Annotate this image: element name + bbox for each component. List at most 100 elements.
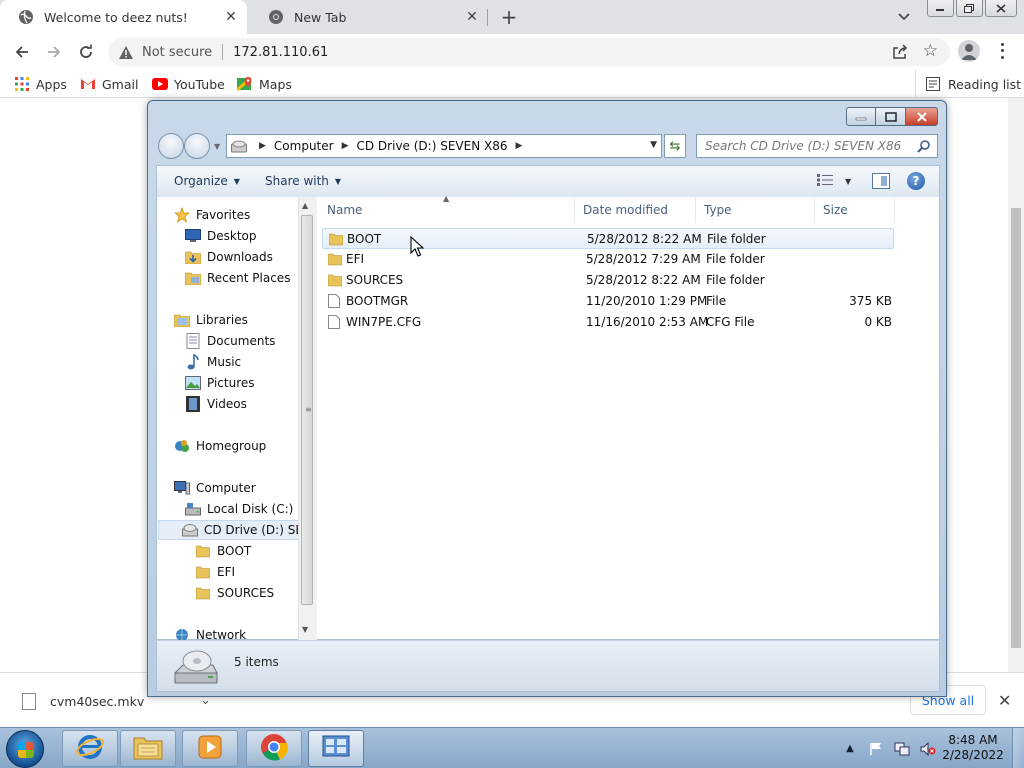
scroll-down-icon[interactable]: ▼ [302,625,308,634]
page-scrollbar[interactable] [1008,98,1024,672]
explorer-maximize-button[interactable] [876,107,906,126]
minimize-button[interactable] [927,0,954,17]
forward-arrow-icon[interactable] [42,40,66,64]
close-tab-icon[interactable]: ✕ [221,7,241,27]
file-row[interactable]: SOURCES 5/28/2012 8:22 AM File folder [322,270,894,291]
clock-date: 2/28/2022 [942,748,1004,762]
explorer-nav-bar: ▼ ▶ Computer ▶ CD Drive (D:) SEVEN X86 ▶… [156,131,938,161]
nav-desktop[interactable]: Desktop [185,226,257,246]
bookmark-maps[interactable]: Maps [237,75,292,93]
nav-music[interactable]: Music [185,352,241,372]
nav-favorites[interactable]: Favorites [174,205,250,225]
breadcrumb-arrow-icon[interactable]: ▶ [259,141,266,151]
media-player-icon [197,734,223,763]
nav-videos[interactable]: Videos [185,394,247,414]
start-button[interactable] [6,730,44,768]
organize-button[interactable]: Organize ▼ [174,174,240,188]
nav-network[interactable]: Network [174,625,246,640]
preview-pane-icon[interactable] [872,173,890,189]
bookmark-gmail[interactable]: Gmail [80,75,138,93]
share-icon[interactable] [892,44,908,60]
restore-button[interactable] [955,0,983,17]
explorer-minimize-button[interactable] [846,107,876,126]
nav-recent-places[interactable]: Recent Places [185,268,290,288]
bookmark-youtube[interactable]: YouTube [152,75,225,93]
command-bar: Organize ▼ Share with ▼ ▼ ? [156,165,940,197]
nav-homegroup[interactable]: Homegroup [174,436,266,456]
recent-pages-chevron-icon[interactable]: ▼ [214,142,220,151]
explorer-close-button[interactable] [906,107,938,126]
explorer-address-bar[interactable]: ▶ Computer ▶ CD Drive (D:) SEVEN X86 ▶ ▼ [226,134,662,158]
nav-local-disk[interactable]: Local Disk (C:) [185,499,293,519]
tab-new-tab[interactable]: New Tab ✕ [250,0,488,34]
scrollbar-thumb[interactable] [1011,208,1021,648]
tab-welcome[interactable]: Welcome to deez nuts! ✕ [0,0,247,34]
column-header-type[interactable]: Type [696,197,815,223]
address-bar[interactable]: Not secure 172.81.110.61 ☆ [108,38,950,66]
reload-icon[interactable] [74,40,98,64]
url-text[interactable]: 172.81.110.61 [233,45,328,60]
explorer-forward-button[interactable] [184,133,210,159]
nav-libraries[interactable]: Libraries [174,310,248,330]
nav-documents[interactable]: Documents [185,331,275,351]
taskbar-chrome[interactable] [246,730,302,767]
file-size: 0 KB [864,315,892,329]
column-header-size[interactable]: Size [815,197,895,223]
close-window-button[interactable] [984,0,1017,17]
profile-avatar-icon[interactable] [958,40,980,62]
change-view-button[interactable]: ▼ [817,173,851,190]
nav-pictures[interactable]: Pictures [185,373,255,393]
nav-cd-drive[interactable]: CD Drive (D:) SEVEN X86 [158,520,311,540]
chevron-down-icon[interactable]: ▼ [845,177,851,186]
explorer-back-button[interactable] [158,133,184,159]
nav-folder-efi[interactable]: EFI [195,562,235,582]
scroll-up-icon[interactable]: ▲ [302,201,308,210]
tab-search-icon[interactable] [894,7,914,27]
search-icon[interactable] [917,139,931,156]
nav-folder-sources[interactable]: SOURCES [195,583,274,603]
nav-pane-scrollbar[interactable]: ▲ ≡ ▼ [298,197,315,640]
taskbar-media-player[interactable] [182,730,238,767]
file-row[interactable]: BOOTMGR 11/20/2010 1:29 PM File 375 KB [322,291,894,312]
close-icon[interactable]: ✕ [998,691,1011,710]
volume-muted-icon[interactable] [918,741,938,757]
breadcrumb-arrow-icon[interactable]: ▶ [515,141,522,151]
nav-computer[interactable]: Computer [174,478,256,498]
show-desktop-button[interactable] [1012,728,1024,768]
file-row[interactable]: EFI 5/28/2012 7:29 AM File folder [322,249,894,270]
file-row[interactable]: BOOT 5/28/2012 8:22 AM File folder [322,228,894,249]
taskbar-internet-explorer[interactable] [62,730,118,767]
pane-splitter[interactable] [315,197,317,640]
help-icon[interactable]: ? [907,172,925,190]
security-label[interactable]: Not secure [142,45,212,60]
file-row[interactable]: WIN7PE.CFG 11/16/2010 2:53 AM CFG File 0… [322,312,894,333]
bookmark-apps[interactable]: Apps [14,75,67,93]
share-with-button[interactable]: Share with ▼ [265,174,341,188]
reading-list-button[interactable]: Reading list [915,70,1021,98]
taskbar-windows-explorer[interactable] [120,730,176,767]
breadcrumb-computer[interactable]: Computer [274,139,334,153]
breadcrumb-arrow-icon[interactable]: ▶ [342,141,349,151]
system-clock[interactable]: 8:48 AM 2/28/2022 [938,733,1008,763]
column-header-date[interactable]: Date modified [575,197,696,223]
column-header-name[interactable]: Name ▲ [319,194,575,223]
nav-folder-boot[interactable]: BOOT [195,541,251,561]
explorer-search-box[interactable]: Search CD Drive (D:) SEVEN X86 [696,134,938,158]
breadcrumb-cd-drive[interactable]: CD Drive (D:) SEVEN X86 [357,139,508,153]
bookmark-star-icon[interactable]: ☆ [923,43,938,60]
network-tray-icon[interactable] [892,741,912,757]
refresh-icon[interactable]: ⇆ [664,134,686,158]
more-menu-icon[interactable] [994,41,1010,61]
back-arrow-icon[interactable] [10,40,34,64]
tab-title: New Tab [294,9,347,25]
action-center-flag-icon[interactable] [866,741,886,757]
warning-icon[interactable] [118,44,134,60]
taskbar-control-panel[interactable] [308,730,364,767]
windows-explorer-icon [133,734,163,763]
address-dropdown-icon[interactable]: ▼ [650,140,657,150]
show-hidden-icons-icon[interactable]: ▲ [840,741,860,757]
nav-downloads[interactable]: Downloads [185,247,273,267]
new-tab-button[interactable]: + [498,5,520,29]
close-tab-icon[interactable]: ✕ [462,7,482,27]
column-label: Type [704,203,732,217]
